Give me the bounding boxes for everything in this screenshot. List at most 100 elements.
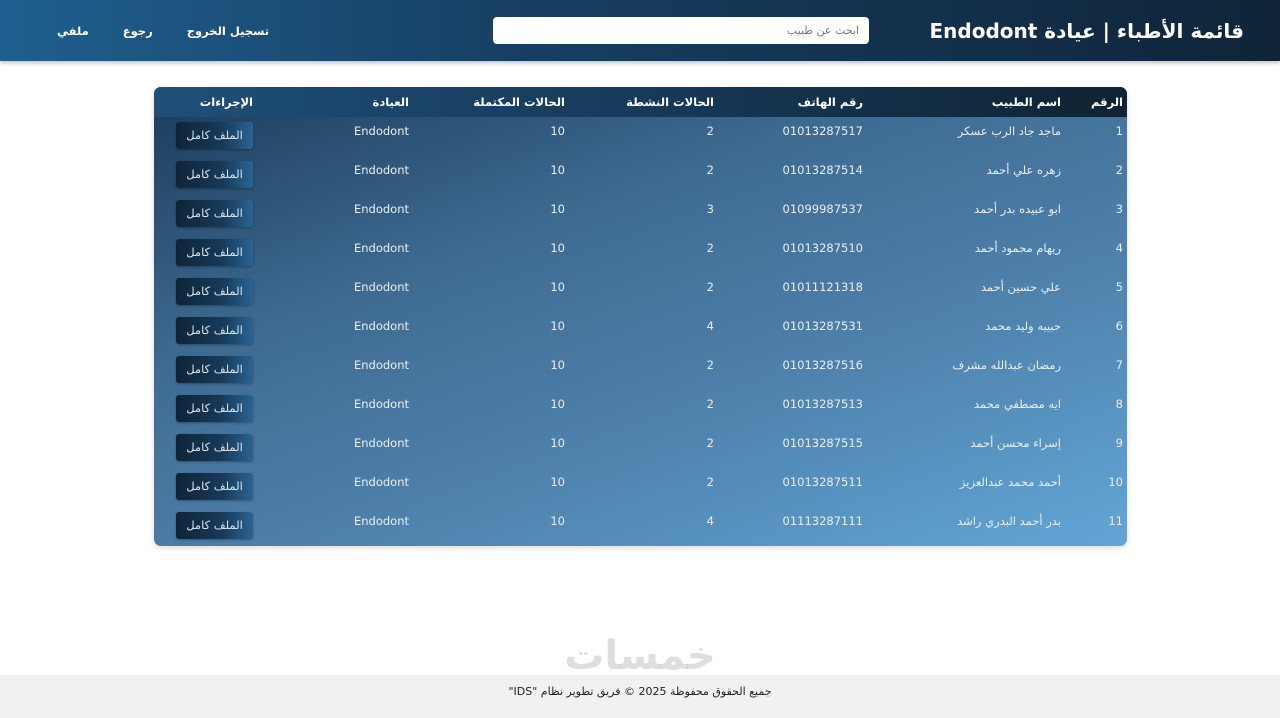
table-row: 4 ريهام محمود أحمد 01013287510 2 10 Endodont ا…	[154, 234, 1127, 273]
cell-active-cases: 2	[706, 358, 714, 372]
top-navbar: قائمة الأطباء | عيادة Endodont ملفي رجوع…	[0, 0, 1280, 61]
cell-actions: الملف كامل	[154, 234, 257, 273]
cell-active-cases: 3	[706, 202, 714, 216]
table-row: 3 ابو عبيده بدر أحمد 01099987537 3 10 Endodon…	[154, 195, 1127, 234]
cell-actions: الملف كامل	[154, 273, 257, 312]
table-row: 11 بدر أحمد البدري راشد 01113287111 4 10 Endo…	[154, 507, 1127, 546]
nav-back[interactable]: رجوع	[106, 24, 170, 38]
cell-clinic: Endodont	[353, 241, 409, 255]
col-header-clinic: العيادة	[372, 95, 409, 109]
cell-clinic: Endodont	[353, 124, 409, 138]
cell-actions: الملف كامل	[154, 195, 257, 234]
cell-number: 9	[1115, 436, 1123, 450]
col-header-actions: الإجراءات	[199, 95, 253, 109]
cell-actions: الملف كامل	[154, 429, 257, 468]
table-row: 7 رمضان عبدالله مشرف 01013287516 2 10 Endodon…	[154, 351, 1127, 390]
cell-number: 7	[1115, 358, 1123, 372]
doctors-table-card: الرقم اسم الطبيب رقم الهاتف الحالات النش…	[154, 87, 1127, 546]
cell-actions: الملف كامل	[154, 156, 257, 195]
nav-my-profile[interactable]: ملفي	[40, 24, 106, 38]
cell-doctor-name: ماجد جاد الرب عسكر	[957, 124, 1061, 138]
cell-active-cases: 2	[706, 475, 714, 489]
cell-completed-cases: 10	[550, 202, 565, 216]
cell-doctor-name: زهره علي أحمد	[986, 163, 1061, 177]
page-title: قائمة الأطباء | عيادة Endodont	[929, 19, 1244, 43]
full-profile-button[interactable]: الملف كامل	[176, 122, 253, 149]
cell-completed-cases: 10	[550, 319, 565, 333]
col-header-phone: رقم الهاتف	[797, 95, 863, 109]
cell-number: 5	[1115, 280, 1123, 294]
cell-active-cases: 4	[706, 319, 714, 333]
cell-actions: الملف كامل	[154, 117, 257, 156]
page-footer: جميع الحقوق محفوظة 2025 © فريق تطوير نظا…	[0, 675, 1280, 718]
header-row: الرقم اسم الطبيب رقم الهاتف الحالات النش…	[154, 87, 1127, 117]
table-body: 1 ماجد جاد الرب عسكر 01013287517 2 10 Endodon…	[154, 117, 1127, 546]
cell-completed-cases: 10	[550, 280, 565, 294]
full-profile-button[interactable]: الملف كامل	[176, 239, 253, 266]
cell-clinic: Endodont	[353, 397, 409, 411]
cell-completed-cases: 10	[550, 358, 565, 372]
cell-actions: الملف كامل	[154, 468, 257, 507]
cell-actions: الملف كامل	[154, 390, 257, 429]
search-box	[493, 17, 869, 44]
full-profile-button[interactable]: الملف كامل	[176, 395, 253, 422]
cell-completed-cases: 10	[550, 241, 565, 255]
cell-completed-cases: 10	[550, 436, 565, 450]
cell-number: 6	[1115, 319, 1123, 333]
cell-number: 4	[1115, 241, 1123, 255]
doctor-search-input[interactable]	[493, 17, 869, 44]
cell-phone: 01013287531	[782, 319, 863, 333]
table-row: 2 زهره علي أحمد 01013287514 2 10 Endodont المل…	[154, 156, 1127, 195]
cell-clinic: Endodont	[353, 436, 409, 450]
cell-clinic: Endodont	[353, 475, 409, 489]
cell-doctor-name: إسراء محسن أحمد	[970, 436, 1061, 450]
cell-phone: 01013287517	[782, 124, 863, 138]
full-profile-button[interactable]: الملف كامل	[176, 200, 253, 227]
cell-number: 8	[1115, 397, 1123, 411]
copyright-text: جميع الحقوق محفوظة 2025 © فريق تطوير نظا…	[508, 685, 772, 698]
table-row: 5 علي حسين أحمد 01011121318 2 10 Endodont المل…	[154, 273, 1127, 312]
cell-doctor-name: ابو عبيده بدر أحمد	[974, 202, 1061, 216]
full-profile-button[interactable]: الملف كامل	[176, 161, 253, 188]
cell-number: 1	[1115, 124, 1123, 138]
cell-active-cases: 2	[706, 397, 714, 411]
nav-links: ملفي رجوع تسجيل الخروج	[40, 20, 286, 42]
nav-logout[interactable]: تسجيل الخروج	[170, 24, 286, 38]
cell-doctor-name: أحمد محمد عبدالعزيز	[959, 475, 1061, 489]
cell-phone: 01013287511	[782, 475, 863, 489]
table-row: 6 حبيبه وليد محمد 01013287531 4 10 Endodont ال…	[154, 312, 1127, 351]
full-profile-button[interactable]: الملف كامل	[176, 356, 253, 383]
cell-completed-cases: 10	[550, 397, 565, 411]
cell-completed-cases: 10	[550, 163, 565, 177]
cell-clinic: Endodont	[353, 319, 409, 333]
cell-completed-cases: 10	[550, 124, 565, 138]
cell-phone: 01013287510	[782, 241, 863, 255]
cell-phone: 01011121318	[782, 280, 863, 294]
cell-doctor-name: علي حسين أحمد	[980, 280, 1061, 294]
cell-phone: 01113287111	[782, 514, 863, 528]
table-row: 8 ايه مصطفي محمد 01013287513 2 10 Endodont الم…	[154, 390, 1127, 429]
full-profile-button[interactable]: الملف كامل	[176, 434, 253, 461]
cell-doctor-name: بدر أحمد البدري راشد	[957, 514, 1061, 528]
full-profile-button[interactable]: الملف كامل	[176, 278, 253, 305]
doctors-table: الرقم اسم الطبيب رقم الهاتف الحالات النش…	[154, 87, 1127, 546]
cell-phone: 01099987537	[782, 202, 863, 216]
full-profile-button[interactable]: الملف كامل	[176, 512, 253, 539]
cell-doctor-name: ايه مصطفي محمد	[973, 397, 1061, 411]
col-header-number: الرقم	[1091, 95, 1123, 109]
full-profile-button[interactable]: الملف كامل	[176, 473, 253, 500]
cell-clinic: Endodont	[353, 358, 409, 372]
cell-clinic: Endodont	[353, 514, 409, 528]
col-header-active-cases: الحالات النشطة	[626, 95, 714, 109]
table-row: 1 ماجد جاد الرب عسكر 01013287517 2 10 Endodon…	[154, 117, 1127, 156]
table-row: 10 أحمد محمد عبدالعزيز 01013287511 2 10 Endod…	[154, 468, 1127, 507]
cell-doctor-name: ريهام محمود أحمد	[974, 241, 1061, 255]
cell-active-cases: 2	[706, 124, 714, 138]
cell-phone: 01013287515	[782, 436, 863, 450]
cell-clinic: Endodont	[353, 163, 409, 177]
cell-phone: 01013287514	[782, 163, 863, 177]
full-profile-button[interactable]: الملف كامل	[176, 317, 253, 344]
col-header-completed-cases: الحالات المكتملة	[473, 95, 565, 109]
cell-actions: الملف كامل	[154, 507, 257, 546]
cell-actions: الملف كامل	[154, 312, 257, 351]
